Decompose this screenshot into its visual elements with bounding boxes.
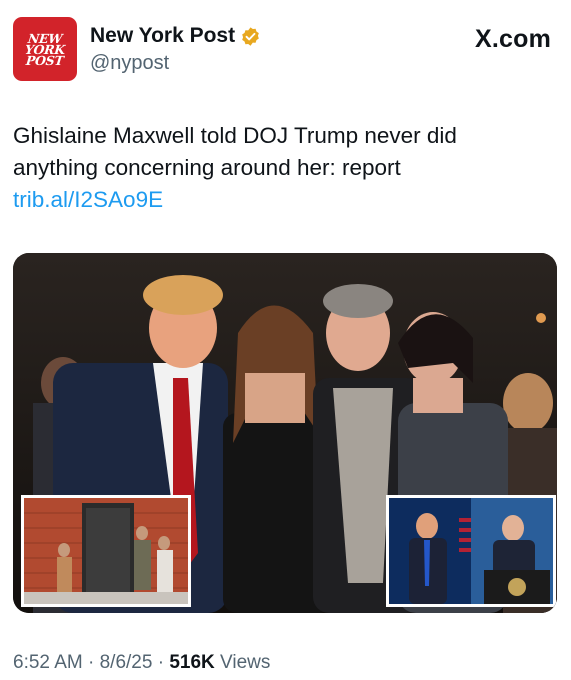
- account-handle[interactable]: @nypost: [90, 51, 261, 75]
- nypost-logo[interactable]: NEW YORK POST: [13, 17, 77, 81]
- views-label: Views: [214, 652, 271, 673]
- tweet-media[interactable]: [13, 253, 557, 613]
- account-name[interactable]: New York Post: [90, 24, 235, 48]
- logo-line-3: POST: [25, 52, 65, 68]
- footer-separator: ·: [152, 652, 170, 673]
- tweet-link[interactable]: trib.al/I2SAo9E: [13, 187, 163, 212]
- building-photo: [24, 498, 188, 604]
- inset-photo-left[interactable]: [21, 495, 191, 607]
- account-info[interactable]: New York Post @nypost: [90, 24, 261, 75]
- tweet-text: Ghislaine Maxwell told DOJ Trump never d…: [13, 120, 543, 216]
- x-logo[interactable]: X.com: [475, 25, 551, 54]
- views-count[interactable]: 516K: [169, 652, 214, 673]
- footer-separator: ·: [82, 652, 100, 673]
- tweet-time[interactable]: 6:52 AM: [13, 652, 83, 673]
- tweet-footer: 6:52 AM · 8/6/25 · 516K Views: [13, 652, 270, 674]
- tweet-header: NEW YORK POST New York Post @nypost X.co…: [13, 17, 551, 83]
- tweet-body: Ghislaine Maxwell told DOJ Trump never d…: [13, 123, 457, 180]
- press-briefing-photo: [389, 498, 553, 604]
- inset-photo-right[interactable]: [386, 495, 556, 607]
- tweet-date[interactable]: 8/6/25: [100, 652, 153, 673]
- verified-badge-icon: [242, 26, 259, 46]
